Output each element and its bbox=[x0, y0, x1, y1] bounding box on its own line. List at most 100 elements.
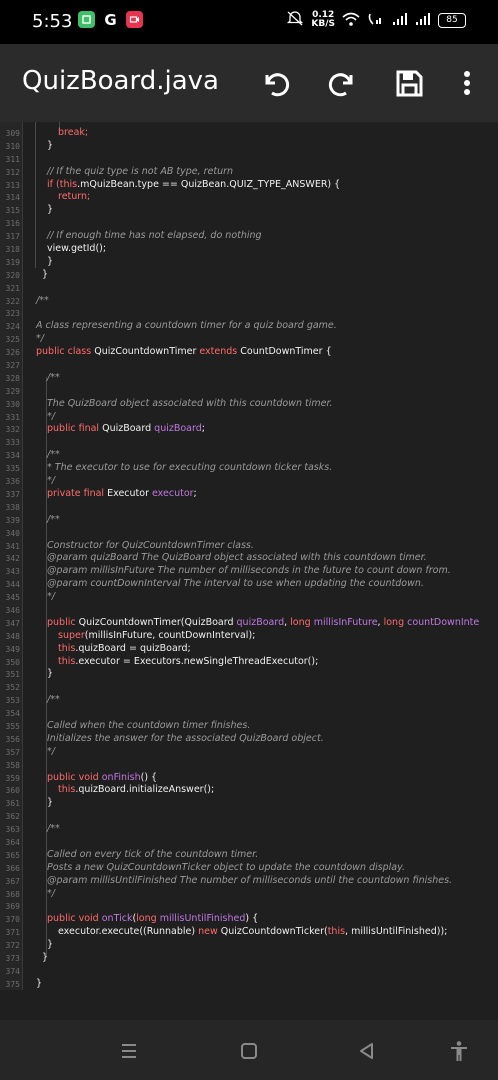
code-text: @param millisInFuture The number of mill… bbox=[47, 565, 451, 578]
redo-icon bbox=[328, 73, 353, 97]
code-token: public void bbox=[47, 913, 102, 925]
accessibility-button[interactable] bbox=[444, 1036, 474, 1066]
code-token: /** bbox=[47, 694, 60, 706]
line-number: 355 bbox=[5, 721, 20, 731]
code-line: 346 bbox=[0, 604, 498, 617]
code-token: Posts a new QuizCountdownTicker object t… bbox=[47, 861, 406, 873]
code-token: @param countDownInterval The interval to… bbox=[47, 578, 424, 590]
code-token: this bbox=[59, 178, 78, 190]
back-button[interactable] bbox=[352, 1036, 382, 1066]
code-token: /** bbox=[36, 294, 49, 306]
more-options-button[interactable] bbox=[450, 66, 484, 100]
code-text: // If enough time has not elapsed, do no… bbox=[47, 230, 262, 243]
recents-button[interactable] bbox=[114, 1036, 144, 1066]
code-line: 325 */ bbox=[0, 333, 498, 346]
code-token: } bbox=[47, 939, 54, 951]
code-token: executor.execute((Runnable) bbox=[58, 926, 199, 938]
code-text: Constructor for QuizCountdownTimer class… bbox=[47, 540, 254, 553]
code-token: onFinish bbox=[101, 771, 141, 783]
code-line: 309 break; bbox=[0, 127, 498, 140]
code-text: */ bbox=[47, 411, 55, 424]
system-nav-bar bbox=[0, 1020, 498, 1080]
code-token: /** bbox=[47, 371, 60, 383]
accessibility-icon bbox=[451, 1041, 467, 1061]
line-number: 309 bbox=[5, 129, 20, 138]
line-number: 351 bbox=[5, 670, 20, 680]
line-number: 343 bbox=[5, 567, 20, 577]
code-token: , millisUntilFinished)); bbox=[345, 926, 448, 938]
code-text: Posts a new QuizCountdownTicker object t… bbox=[47, 862, 405, 875]
code-text: } bbox=[47, 939, 53, 952]
line-number: 318 bbox=[5, 245, 20, 255]
wifi-icon bbox=[342, 11, 360, 30]
code-token: this bbox=[58, 784, 76, 796]
line-number: 371 bbox=[5, 928, 20, 938]
code-token: Called when the countdown timer finishes… bbox=[47, 719, 251, 731]
code-text: public QuizCountdownTimer(QuizBoard quiz… bbox=[47, 617, 479, 630]
line-number: 324 bbox=[5, 322, 20, 332]
code-text: } bbox=[36, 978, 42, 990]
code-token: * The executor to use for executing coun… bbox=[47, 462, 333, 474]
code-token: this bbox=[58, 642, 76, 654]
code-line: 356 Initializes the answer for the associ… bbox=[0, 733, 498, 746]
code-text: public void onTick(long millisUntilFinis… bbox=[47, 913, 258, 926]
code-token: long bbox=[136, 913, 160, 925]
home-icon bbox=[241, 1043, 257, 1059]
line-number: 336 bbox=[5, 477, 20, 487]
code-text: } bbox=[47, 797, 53, 810]
code-line: 343 @param millisInFuture The number of m… bbox=[0, 565, 498, 578]
code-token: private final bbox=[47, 487, 108, 499]
code-line: 334 /** bbox=[0, 449, 498, 462]
code-token: millisUntilFinished bbox=[159, 913, 246, 925]
code-token: CountDownTimer { bbox=[240, 346, 332, 358]
code-token: QuizCountdownTicker( bbox=[220, 926, 328, 938]
line-number: 321 bbox=[5, 283, 20, 293]
line-number: 375 bbox=[5, 979, 20, 989]
code-token: .mQuizBean.type == QuizBean.QUIZ_TYPE_AN… bbox=[77, 178, 341, 190]
code-token: } bbox=[47, 139, 54, 151]
code-text: } bbox=[36, 269, 48, 282]
code-line: 368 */ bbox=[0, 888, 498, 901]
app-toolbar: QuizBoard.java bbox=[0, 44, 498, 122]
code-line: 315} bbox=[0, 204, 498, 217]
line-number: 339 bbox=[5, 515, 20, 525]
line-number: 373 bbox=[5, 954, 20, 963]
google-icon: G bbox=[104, 10, 117, 29]
code-text: The QuizBoard object associated with thi… bbox=[47, 398, 333, 411]
code-line: 365 Called on every tick of the countdown… bbox=[0, 849, 498, 862]
code-token: public class bbox=[36, 346, 95, 358]
code-token: public final bbox=[47, 423, 103, 435]
code-line: 359 public void onFinish() { bbox=[0, 772, 498, 785]
code-token: break; bbox=[58, 127, 89, 138]
code-token: */ bbox=[47, 475, 55, 487]
line-number: 333 bbox=[5, 438, 20, 448]
home-button[interactable] bbox=[234, 1036, 264, 1066]
code-line: 358 bbox=[0, 759, 498, 772]
code-token: QuizBoard bbox=[102, 423, 155, 435]
save-button[interactable] bbox=[392, 66, 426, 100]
code-token: @param quizBoard The QuizBoard object as… bbox=[47, 552, 427, 564]
code-token: ) { bbox=[245, 913, 259, 925]
line-number: 330 bbox=[5, 399, 20, 409]
code-line: 321 bbox=[0, 282, 498, 295]
line-number: 362 bbox=[5, 812, 20, 822]
line-number: 342 bbox=[5, 554, 20, 564]
line-number: 341 bbox=[5, 541, 20, 551]
redo-button[interactable] bbox=[326, 66, 360, 100]
code-text: view.getId(); bbox=[47, 243, 106, 256]
code-text: public class QuizCountdownTimer extends … bbox=[36, 346, 332, 359]
code-token: new bbox=[198, 926, 221, 938]
code-text: Called on every tick of the countdown ti… bbox=[47, 849, 258, 862]
status-bar: 5:53 G 0.12 KB/S 85 bbox=[0, 0, 498, 44]
code-line: 375} bbox=[0, 978, 498, 990]
code-line: 353 /** bbox=[0, 694, 498, 707]
status-time: 5:53 bbox=[32, 11, 73, 32]
undo-button[interactable] bbox=[258, 66, 292, 100]
code-line: 362 bbox=[0, 810, 498, 823]
code-token: .executor = Executors.newSingleThreadExe… bbox=[75, 655, 319, 667]
line-number: 370 bbox=[5, 915, 20, 925]
code-line: 345 */ bbox=[0, 591, 498, 604]
code-editor[interactable]: 309 break; 310} 311 312// If the quiz type i… bbox=[0, 122, 498, 990]
code-text: @param millisUntilFinished The number of… bbox=[47, 875, 452, 888]
code-line: 344 @param countDownInterval The interval… bbox=[0, 578, 498, 591]
